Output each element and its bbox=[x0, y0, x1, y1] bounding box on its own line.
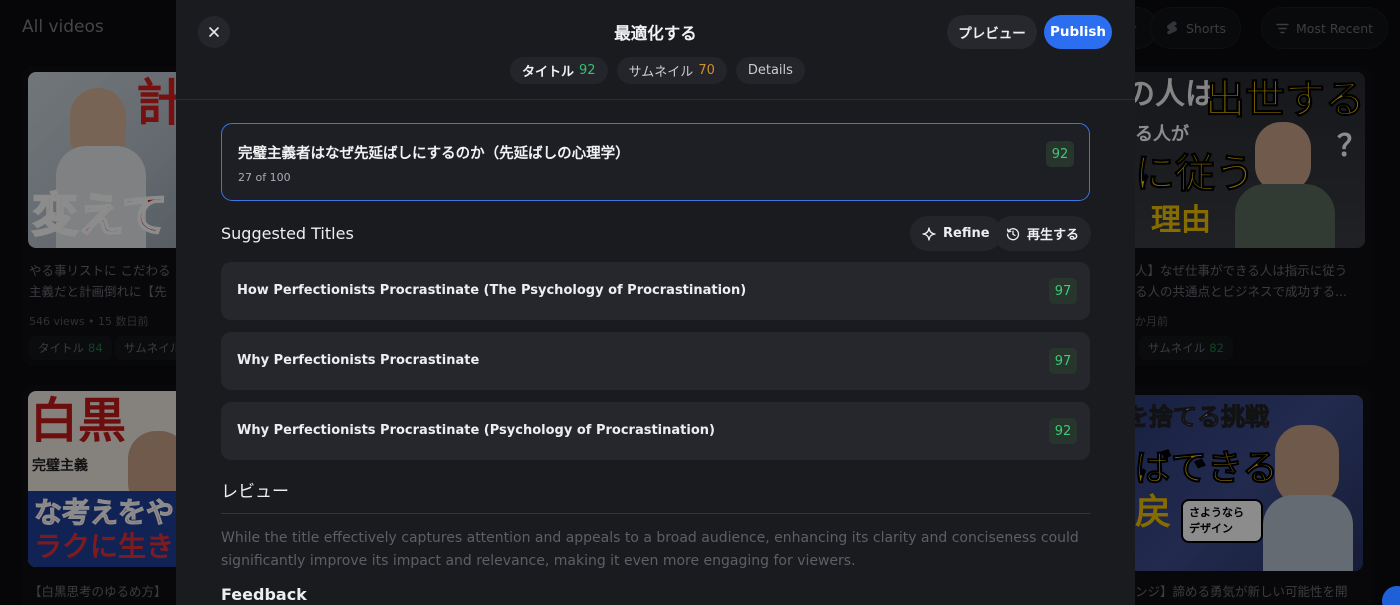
suggested-title-score: 92 bbox=[1049, 418, 1077, 444]
tab-label: タイトル bbox=[522, 65, 575, 80]
suggested-title-item[interactable]: How Perfectionists Procrastinate (The Ps… bbox=[221, 262, 1090, 320]
review-divider bbox=[221, 513, 1090, 514]
refine-button[interactable]: Refine bbox=[910, 216, 1002, 251]
tab-label: Details bbox=[747, 63, 793, 78]
sparkle-icon bbox=[922, 226, 936, 241]
tab-title[interactable]: タイトル 92 bbox=[510, 57, 608, 84]
suggested-title-score: 97 bbox=[1049, 278, 1077, 304]
tab-label: サムネイル bbox=[628, 65, 694, 80]
optimize-tabs: タイトル 92 サムネイル 70 Details bbox=[510, 57, 805, 84]
title-score-badge: 92 bbox=[1046, 141, 1074, 167]
review-heading: レビュー bbox=[221, 482, 289, 502]
optimize-modal: 最適化する プレビュー Publish タイトル 92 サムネイル 70 Det… bbox=[176, 0, 1135, 605]
suggested-title-text: Why Perfectionists Procrastinate bbox=[237, 353, 480, 368]
suggested-title-text: How Perfectionists Procrastinate (The Ps… bbox=[237, 283, 747, 298]
suggested-titles-heading: Suggested Titles bbox=[221, 224, 354, 243]
feedback-heading: Feedback bbox=[221, 585, 307, 604]
tab-details[interactable]: Details bbox=[735, 57, 805, 84]
current-title-text[interactable]: 完璧主義者はなぜ先延ばしにするのか（先延ばしの心理学） bbox=[238, 142, 630, 163]
suggested-title-score: 97 bbox=[1049, 348, 1077, 374]
modal-header: 最適化する プレビュー Publish タイトル 92 サムネイル 70 Det… bbox=[176, 0, 1135, 100]
regenerate-label: 再生する bbox=[1027, 228, 1080, 243]
tab-score: 92 bbox=[579, 63, 596, 78]
refine-label: Refine bbox=[943, 226, 990, 241]
suggested-title-item[interactable]: Why Perfectionists Procrastinate 97 bbox=[221, 332, 1090, 390]
preview-button[interactable]: プレビュー bbox=[947, 15, 1037, 49]
review-text: While the title effectively captures att… bbox=[221, 530, 1079, 569]
current-title-field[interactable]: 完璧主義者はなぜ先延ばしにするのか（先延ばしの心理学） 27 of 100 92 bbox=[221, 123, 1090, 201]
regenerate-button[interactable]: 再生する bbox=[994, 216, 1092, 251]
history-icon bbox=[1006, 227, 1020, 240]
tab-score: 70 bbox=[698, 63, 715, 78]
character-count: 27 of 100 bbox=[238, 171, 291, 184]
publish-button[interactable]: Publish bbox=[1044, 15, 1112, 49]
suggested-title-item[interactable]: Why Perfectionists Procrastinate (Psycho… bbox=[221, 402, 1090, 460]
suggested-title-text: Why Perfectionists Procrastinate (Psycho… bbox=[237, 423, 715, 438]
tab-thumbnail[interactable]: サムネイル 70 bbox=[616, 57, 727, 84]
